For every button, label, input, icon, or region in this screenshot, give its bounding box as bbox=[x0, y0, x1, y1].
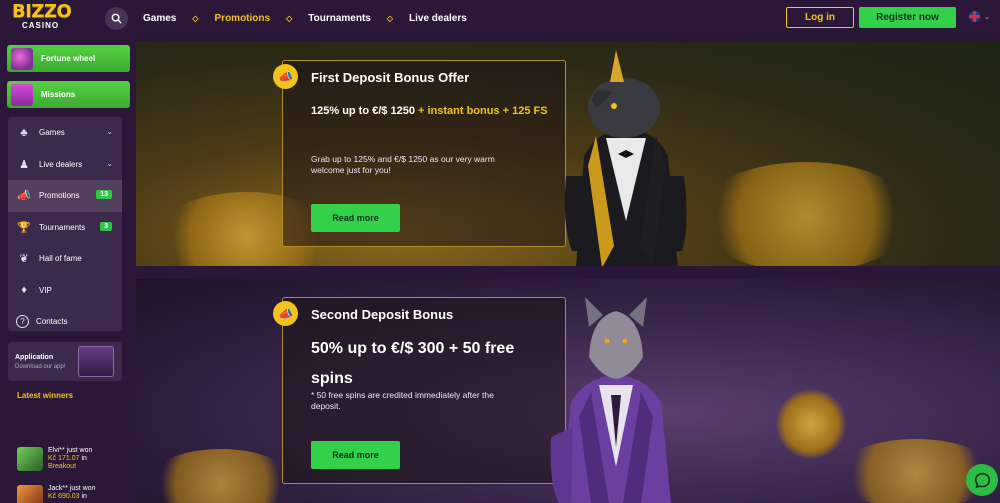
game-thumbnail bbox=[17, 485, 43, 503]
sidebar-menu: ♣ Games ⌄ ♟ Live dealers ⌄ 📣 Promotions … bbox=[8, 117, 122, 331]
missions-label: Missions bbox=[41, 90, 76, 99]
read-more-button[interactable]: Read more bbox=[311, 204, 400, 232]
promo-title: Second Deposit Bonus bbox=[311, 307, 454, 322]
promo-banner-second-deposit: 📣 Second Deposit Bonus 50% up to €/$ 300… bbox=[136, 279, 1000, 503]
megaphone-icon: 📣 bbox=[17, 190, 31, 203]
wolf-character-image bbox=[550, 297, 671, 503]
megaphone-icon: 📣 bbox=[273, 301, 298, 326]
sidebar-item-promotions[interactable]: 📣 Promotions 13 bbox=[8, 180, 122, 212]
latest-winners-heading: Latest winners bbox=[17, 391, 74, 400]
sidebar-item-label: Tournaments bbox=[39, 222, 86, 232]
coins-decoration bbox=[146, 449, 296, 503]
nav-separator-icon: ◇ bbox=[192, 13, 199, 23]
winner-name: Elvi** just won bbox=[48, 447, 93, 454]
promo-headline-main: 125% up to €/$ 1250 bbox=[311, 105, 418, 117]
vase-decoration bbox=[776, 389, 846, 459]
chat-icon bbox=[974, 472, 990, 489]
main-nav: Games ◇ Promotions ◇ Tournaments ◇ Live … bbox=[143, 0, 467, 36]
app-title: Application bbox=[15, 354, 54, 361]
nav-promotions[interactable]: Promotions bbox=[215, 13, 271, 24]
sidebar-item-vip[interactable]: ♦ VIP bbox=[8, 275, 122, 307]
coins-decoration bbox=[696, 162, 916, 266]
help-icon: ? bbox=[16, 315, 29, 329]
chevron-down-icon: ⌄ bbox=[984, 13, 990, 21]
sidebar-item-contacts[interactable]: ? Contacts bbox=[8, 306, 122, 338]
promo-title: First Deposit Bonus Offer bbox=[311, 70, 470, 85]
sidebar: Fortune wheel Missions ♣ Games ⌄ ♟ Live … bbox=[0, 36, 136, 503]
winner-amount: Kč 171.07 bbox=[48, 455, 80, 462]
uk-flag-icon bbox=[969, 11, 980, 22]
read-more-button[interactable]: Read more bbox=[311, 441, 400, 469]
sidebar-item-games[interactable]: ♣ Games ⌄ bbox=[8, 117, 122, 149]
phone-image bbox=[78, 346, 114, 377]
trophy-icon: 🏆 bbox=[17, 221, 31, 234]
logo-subtitle: CASINO bbox=[22, 21, 60, 30]
rhino-character-image bbox=[564, 50, 687, 266]
chevron-down-icon[interactable]: ⌄ bbox=[106, 159, 113, 168]
login-button[interactable]: Log in bbox=[786, 7, 854, 28]
chevron-down-icon[interactable]: ⌄ bbox=[106, 127, 113, 136]
winner-in: in bbox=[81, 493, 87, 500]
treasure-chest-icon bbox=[11, 83, 33, 106]
sidebar-item-label: Live dealers bbox=[39, 159, 83, 169]
register-button[interactable]: Register now bbox=[859, 7, 956, 28]
count-badge: 13 bbox=[96, 190, 112, 199]
winner-item[interactable]: Elvi** just won Kč 171.07 in Breakout bbox=[17, 447, 92, 471]
promo-headline: 50% up to €/$ 300 + 50 free spins bbox=[311, 340, 515, 387]
winner-game[interactable]: Breakout bbox=[48, 463, 92, 471]
sidebar-item-live-dealers[interactable]: ♟ Live dealers ⌄ bbox=[8, 149, 122, 181]
laurel-icon: ❦ bbox=[19, 253, 29, 266]
fortune-wheel-label: Fortune wheel bbox=[41, 54, 96, 63]
app-download-banner[interactable]: Application Download our app! bbox=[8, 342, 122, 381]
sidebar-item-label: Games bbox=[39, 128, 65, 138]
language-selector[interactable]: ⌄ bbox=[969, 11, 990, 22]
missions-button[interactable]: Missions bbox=[7, 81, 130, 108]
winner-amount: Kč 690.03 bbox=[48, 493, 80, 500]
nav-separator-icon: ◇ bbox=[286, 13, 293, 23]
megaphone-icon: 📣 bbox=[273, 64, 298, 89]
logo-wordmark: BIZZO bbox=[12, 1, 72, 22]
logo[interactable]: BIZZO CASINO bbox=[12, 3, 78, 33]
promo-card: 📣 Second Deposit Bonus 50% up to €/$ 300… bbox=[273, 297, 566, 484]
promo-banner-first-deposit: 📣 First Deposit Bonus Offer 125% up to €… bbox=[136, 42, 1000, 266]
sidebar-item-label: Hall of fame bbox=[39, 254, 82, 264]
promo-headline-highlight: + instant bonus + 125 FS bbox=[418, 105, 548, 117]
sidebar-item-hall-of-fame[interactable]: ❦ Hall of fame bbox=[8, 243, 122, 275]
fortune-wheel-button[interactable]: Fortune wheel bbox=[7, 45, 130, 72]
live-chat-button[interactable] bbox=[966, 464, 998, 496]
top-header: BIZZO CASINO Games ◇ Promotions ◇ Tourna… bbox=[0, 0, 1000, 36]
nav-live-dealers[interactable]: Live dealers bbox=[409, 13, 467, 24]
game-thumbnail bbox=[17, 447, 43, 471]
cards-icon: ♣ bbox=[20, 126, 28, 139]
diamond-icon: ♦ bbox=[21, 284, 27, 297]
promo-headline: 125% up to €/$ 1250 + instant bonus + 12… bbox=[311, 97, 551, 126]
search-button[interactable] bbox=[105, 7, 128, 30]
sidebar-item-tournaments[interactable]: 🏆 Tournaments 3 bbox=[8, 212, 122, 244]
dealer-icon: ♟ bbox=[19, 158, 29, 171]
winner-in: in bbox=[81, 455, 87, 462]
promo-description: Grab up to 125% and €/$ 1250 as our very… bbox=[311, 154, 495, 175]
nav-tournaments[interactable]: Tournaments bbox=[308, 13, 371, 24]
fortune-wheel-icon bbox=[11, 47, 33, 70]
winner-name: Jack** just won bbox=[48, 485, 96, 492]
search-icon bbox=[111, 13, 122, 24]
sidebar-item-label: Promotions bbox=[39, 191, 80, 201]
sidebar-item-label: VIP bbox=[39, 285, 52, 295]
sidebar-item-label: Contacts bbox=[36, 317, 68, 327]
promo-description: * 50 free spins are credited immediately… bbox=[311, 390, 494, 411]
count-badge: 3 bbox=[100, 221, 112, 231]
nav-separator-icon: ◇ bbox=[386, 13, 393, 23]
winner-item[interactable]: Jack** just won Kč 690.03 in bbox=[17, 485, 95, 503]
promo-card: 📣 First Deposit Bonus Offer 125% up to €… bbox=[273, 60, 566, 247]
app-subtitle: Download our app! bbox=[15, 364, 66, 370]
nav-games[interactable]: Games bbox=[143, 13, 176, 24]
